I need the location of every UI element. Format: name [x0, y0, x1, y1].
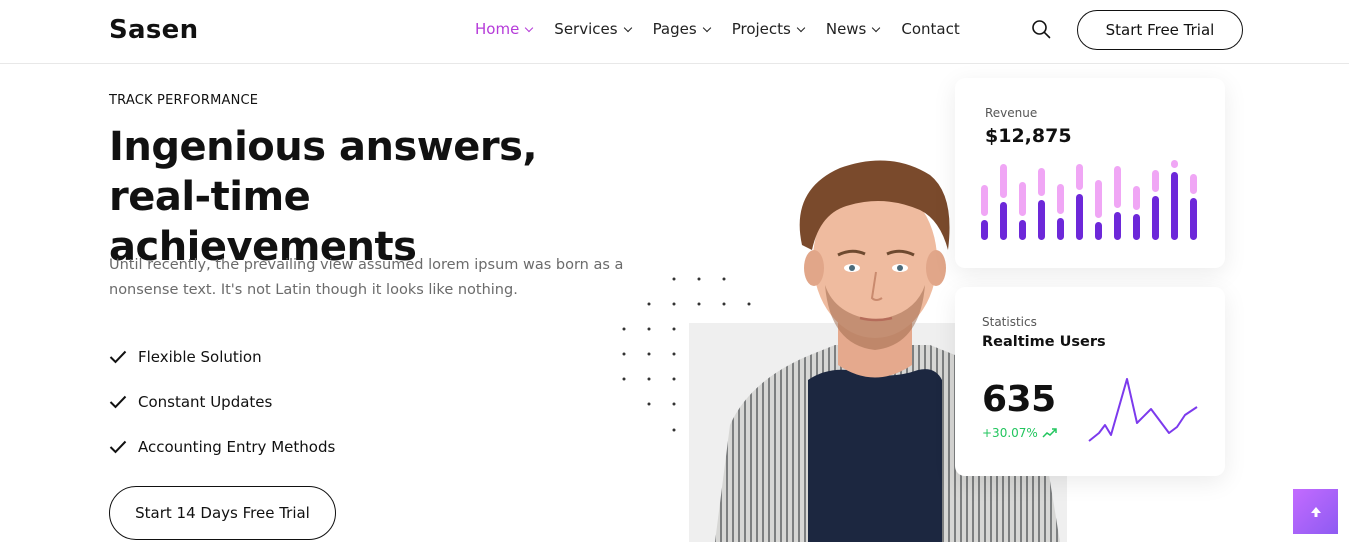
revenue-bar-top [1152, 170, 1159, 192]
change-badge: +30.07% [982, 426, 1057, 440]
nav-item-services[interactable]: Services [554, 20, 632, 38]
main-nav: Home Services Pages Projects News Contac… [475, 20, 982, 38]
users-sparkline [1088, 378, 1198, 442]
revenue-label: Revenue [985, 106, 1038, 120]
revenue-bar-top [1190, 174, 1197, 194]
logo[interactable]: Sasen [109, 15, 198, 45]
check-icon [109, 350, 127, 363]
revenue-bar-top [1076, 164, 1083, 190]
statistics-label: Statistics [982, 315, 1037, 329]
start-trial-cta-button[interactable]: Start 14 Days Free Trial [109, 486, 336, 540]
chevron-down-icon [623, 23, 632, 32]
nav-item-home[interactable]: Home [475, 20, 534, 38]
realtime-users-value: 635 [982, 379, 1056, 420]
revenue-bar-top [1114, 166, 1121, 208]
chevron-down-icon [872, 23, 881, 32]
hero-title: Ingenious answers, real-time achievement… [109, 124, 538, 270]
check-icon [109, 440, 127, 453]
revenue-value: $12,875 [985, 125, 1072, 147]
search-icon[interactable] [1031, 19, 1051, 39]
revenue-bar [1000, 202, 1007, 240]
revenue-bar [1114, 212, 1121, 240]
revenue-bar-top [1019, 182, 1026, 216]
statistics-title: Realtime Users [982, 334, 1106, 350]
nav-item-pages[interactable]: Pages [652, 20, 711, 38]
trend-up-icon [1042, 428, 1057, 438]
revenue-bar [1057, 218, 1064, 240]
revenue-bar-chart [981, 160, 1197, 240]
nav-item-label: Services [554, 20, 618, 38]
feature-label: Flexible Solution [138, 347, 262, 366]
revenue-bar-top [1000, 164, 1007, 198]
nav-item-label: Pages [652, 20, 697, 38]
revenue-card: Revenue $12,875 [955, 78, 1225, 268]
list-item: Flexible Solution [109, 334, 335, 379]
revenue-bar [1171, 172, 1178, 240]
revenue-bar-top [1171, 160, 1178, 168]
revenue-bar [1038, 200, 1045, 240]
revenue-bar [1190, 198, 1197, 240]
nav-item-label: Contact [901, 20, 960, 38]
feature-list: Flexible Solution Constant Updates Accou… [109, 334, 335, 469]
revenue-bar-top [1038, 168, 1045, 196]
chevron-down-icon [702, 23, 711, 32]
revenue-bar-top [1133, 186, 1140, 210]
revenue-bar-top [1095, 180, 1102, 218]
nav-item-projects[interactable]: Projects [731, 20, 806, 38]
change-value: +30.07% [982, 426, 1038, 440]
revenue-bar [1095, 222, 1102, 240]
revenue-bar-top [981, 185, 988, 216]
check-icon [109, 395, 127, 408]
nav-item-contact[interactable]: Contact [901, 20, 959, 38]
site-header: Sasen Home Services Pages Projects News … [0, 0, 1349, 64]
hero-description: Until recently, the prevailing view assu… [109, 257, 624, 298]
start-free-trial-button[interactable]: Start Free Trial [1077, 10, 1243, 50]
nav-item-news[interactable]: News [825, 20, 881, 38]
feature-label: Constant Updates [138, 392, 273, 411]
list-item: Accounting Entry Methods [109, 424, 335, 469]
nav-item-label: Home [475, 20, 520, 38]
nav-item-label: News [825, 20, 867, 38]
nav-item-label: Projects [731, 20, 791, 38]
revenue-bar-top [1057, 184, 1064, 214]
scroll-to-top-button[interactable] [1293, 489, 1338, 534]
chevron-down-icon [525, 23, 534, 32]
list-item: Constant Updates [109, 379, 335, 424]
revenue-bar [1152, 196, 1159, 240]
revenue-bar [1133, 214, 1140, 240]
feature-label: Accounting Entry Methods [138, 437, 336, 456]
statistics-card: Statistics Realtime Users 635 +30.07% [955, 287, 1225, 476]
section-eyebrow: TRACK PERFORMANCE [109, 93, 259, 108]
chevron-down-icon [796, 23, 806, 32]
arrow-up-icon [1310, 506, 1321, 517]
revenue-bar [1076, 194, 1083, 240]
revenue-bar [981, 220, 988, 240]
revenue-bar [1019, 220, 1026, 240]
